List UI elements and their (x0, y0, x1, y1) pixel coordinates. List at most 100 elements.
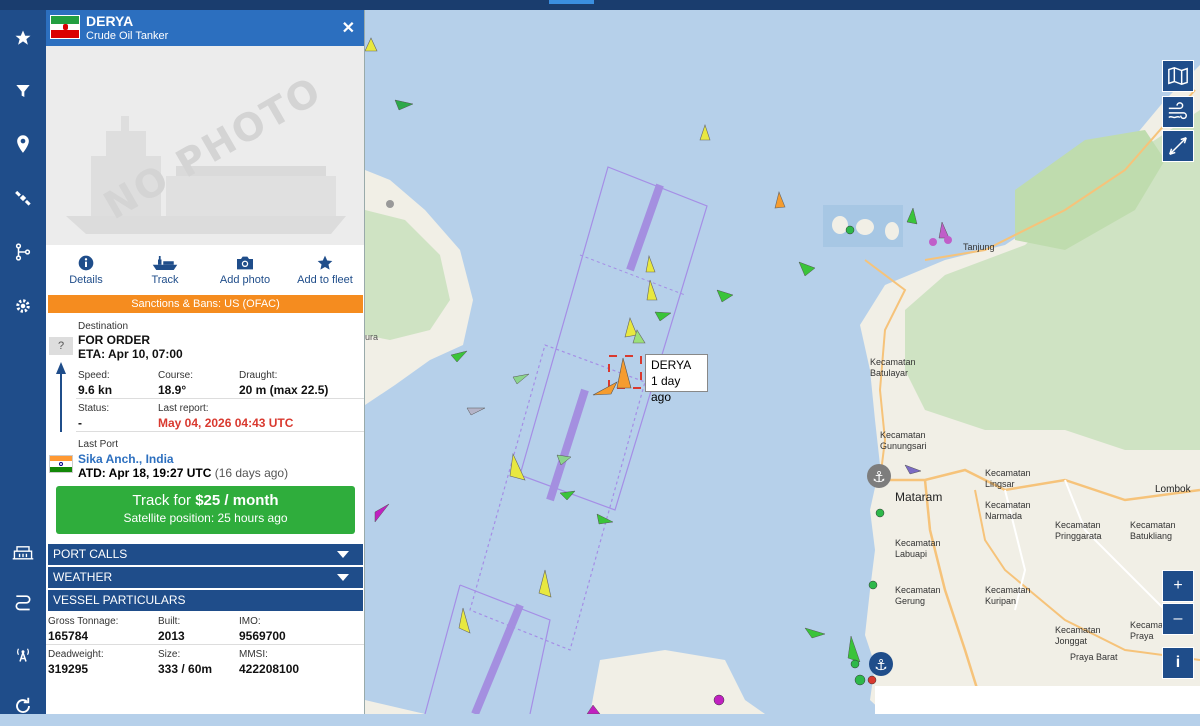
vessel-photo-placeholder: NO PHOTO (46, 46, 364, 245)
settings-gear-icon[interactable] (0, 286, 46, 326)
weather-layer-button[interactable] (1162, 96, 1194, 128)
size-value: 333 / 60m (158, 662, 213, 676)
add-to-fleet-label: Add to fleet (297, 274, 353, 286)
place-label-lombok: Lombok (1155, 484, 1191, 495)
speed-value: 9.6 kn (78, 383, 113, 397)
mmsi-label: MMSI: (239, 649, 268, 660)
place-label-labuapi: Kecamatan Labuapi (895, 538, 941, 559)
map-layers-button[interactable] (1162, 60, 1194, 92)
left-nav (0, 10, 46, 714)
zoom-in-button[interactable]: + (1162, 570, 1194, 602)
sanctions-banner[interactable]: Sanctions & Bans: US (OFAC) (48, 295, 363, 313)
svg-text:⚓: ⚓ (872, 468, 885, 486)
location-pin-icon[interactable] (0, 124, 46, 164)
place-label-kuripan: Kecamatan Kuripan (985, 585, 1031, 606)
add-photo-label: Add photo (219, 274, 271, 286)
built-value: 2013 (158, 629, 185, 643)
chevron-down-icon (337, 551, 349, 558)
divider (76, 398, 364, 399)
ruler-icon (1169, 137, 1187, 155)
measure-tool-button[interactable] (1162, 130, 1194, 162)
active-tab-indicator (549, 0, 594, 4)
camera-icon (237, 256, 253, 270)
deadweight-value: 319295 (48, 662, 89, 676)
chevron-down-icon (337, 574, 349, 581)
add-to-fleet-button[interactable]: Add to fleet (286, 255, 364, 286)
vessel-particulars-section[interactable]: VESSEL PARTICULARS (48, 590, 363, 611)
gross-tonnage-label: Gross Tonnage: (48, 616, 119, 627)
track-subtitle: Satellite position: 25 hours ago (123, 511, 288, 525)
satellite-icon[interactable] (0, 178, 46, 218)
size-label: Size: (158, 649, 181, 660)
place-label-pringgarata: Kecamatan Pringgarata (1055, 520, 1102, 541)
port-calls-label: PORT CALLS (53, 547, 128, 561)
details-button[interactable]: Details (47, 255, 125, 286)
star-icon (317, 255, 333, 270)
mmsi-value: 422208100 (239, 662, 300, 676)
track-label: Track (151, 274, 179, 286)
tooltip-time: 1 day ago (651, 374, 681, 404)
track-prefix: Track for (132, 492, 196, 509)
place-label-praya-barat: Praya Barat (1070, 652, 1118, 662)
atd-ago: (16 days ago) (214, 466, 289, 480)
gross-tonnage-value: 165784 (48, 629, 89, 643)
destination-label: Destination (78, 321, 129, 332)
vessel-actions: Details Track Add photo Add to fleet (46, 255, 364, 295)
vessel-tooltip: DERYA 1 day ago (645, 354, 708, 404)
unknown-destination-flag: ? (49, 337, 73, 355)
unknown-mark: ? (57, 340, 65, 352)
status-label: Status: (78, 403, 110, 414)
place-label-batukliang: Kecamatan Batukliang (1130, 520, 1176, 541)
vessel-particulars-label: VESSEL PARTICULARS (53, 593, 186, 607)
panel-header: DERYA Crude Oil Tanker ✕ (46, 10, 364, 46)
speed-label: Speed: (78, 370, 110, 381)
vessel-name: DERYA (86, 13, 134, 29)
place-label-mataram: Mataram (895, 490, 943, 504)
place-label-ura: ura (365, 332, 379, 342)
place-label-lingsar: Kecamatan Lingsar (985, 468, 1031, 489)
ship-icon (152, 256, 178, 270)
add-photo-button[interactable]: Add photo (206, 255, 284, 286)
svg-text:⚓: ⚓ (874, 656, 887, 674)
last-port-link[interactable]: Sika Anch., India (78, 452, 174, 466)
draught-label: Draught: (239, 370, 278, 381)
port-icon[interactable] (0, 532, 46, 572)
zoom-out-button[interactable]: – (1162, 603, 1194, 635)
vessel-type: Crude Oil Tanker (86, 30, 169, 42)
place-label-tanjung: Tanjung (963, 242, 995, 252)
track-subscription-button[interactable]: Track for $25 / month Satellite position… (56, 486, 355, 534)
built-label: Built: (158, 616, 181, 627)
deadweight-label: Deadweight: (48, 649, 104, 660)
last-report-label: Last report: (158, 403, 209, 414)
divider (46, 644, 364, 645)
map-icon (1168, 66, 1188, 86)
status-value: - (78, 416, 82, 430)
iran-flag (50, 15, 80, 39)
track-button[interactable]: Track (126, 255, 204, 286)
place-label-gerung: Kecamatan Gerung (895, 585, 941, 606)
destination-value: FOR ORDER (78, 333, 150, 347)
port-calls-section[interactable]: PORT CALLS (48, 544, 363, 565)
map-view[interactable]: ⚓ ⚓ ura Tanjung Kecamatan Batulayar Keca… (365, 10, 1200, 714)
place-label-gunungsari: Kecamatan Gunungsari (880, 430, 927, 451)
map-footer-overlay (875, 686, 1200, 714)
last-report-value: May 04, 2026 04:43 UTC (158, 416, 294, 430)
tooltip-vessel-name: DERYA (651, 358, 692, 372)
vessel-panel: DERYA Crude Oil Tanker ✕ NO PHOTO Detail… (46, 10, 365, 714)
close-icon[interactable]: ✕ (342, 18, 355, 38)
course-value: 18.9° (158, 383, 187, 397)
filter-icon[interactable] (0, 71, 46, 111)
weather-section[interactable]: WEATHER (48, 567, 363, 588)
atd-row: ATD: Apr 18, 19:27 UTC (16 days ago) (78, 466, 288, 480)
route-icon[interactable] (0, 232, 46, 272)
divider (76, 431, 364, 432)
favorites-star-icon[interactable] (0, 18, 46, 58)
routes-curve-icon[interactable] (0, 582, 46, 622)
details-label: Details (69, 274, 103, 286)
refresh-icon[interactable] (0, 686, 46, 726)
info-button[interactable]: i (1162, 647, 1194, 679)
antenna-icon[interactable] (0, 634, 46, 674)
wind-waves-icon (1168, 102, 1187, 120)
last-port-label: Last Port (78, 439, 119, 450)
track-price: $25 / month (195, 492, 279, 509)
